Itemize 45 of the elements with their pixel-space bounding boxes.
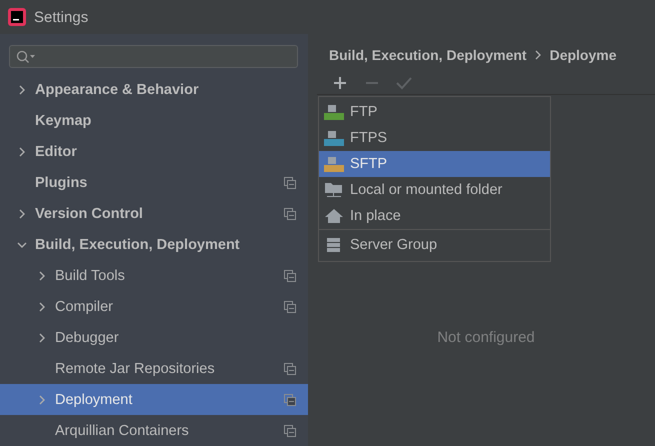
sidebar-item[interactable]: Version Control bbox=[0, 198, 308, 229]
network-folder-icon bbox=[324, 182, 344, 198]
sidebar-item[interactable]: Plugins bbox=[0, 167, 308, 198]
app-logo-icon bbox=[8, 8, 26, 26]
chevron-right-icon[interactable] bbox=[17, 146, 27, 156]
house-icon bbox=[324, 208, 344, 224]
chevron-right-icon[interactable] bbox=[37, 302, 47, 312]
breadcrumb-item: Build, Execution, Deployment bbox=[329, 47, 527, 63]
search-field[interactable] bbox=[9, 45, 298, 68]
menu-item[interactable]: Local or mounted folder bbox=[319, 177, 550, 203]
menu-item[interactable]: FTP bbox=[319, 99, 550, 125]
breadcrumb-item: Deployme bbox=[550, 47, 617, 63]
sidebar-item[interactable]: Build Tools bbox=[0, 260, 308, 291]
copy-icon bbox=[284, 394, 296, 406]
window-title: Settings bbox=[34, 8, 88, 26]
chevron-right-icon[interactable] bbox=[17, 84, 27, 94]
sftp-server-icon bbox=[324, 156, 344, 172]
copy-icon bbox=[284, 300, 296, 312]
sidebar-item[interactable]: Appearance & Behavior bbox=[0, 74, 308, 105]
ftp-server-icon bbox=[324, 104, 344, 120]
menu-item[interactable]: Server Group bbox=[319, 229, 550, 259]
sidebar-item[interactable]: Remote Jar Repositories bbox=[0, 353, 308, 384]
sidebar-item[interactable]: Build, Execution, Deployment bbox=[0, 229, 308, 260]
copy-icon bbox=[284, 362, 296, 374]
sidebar-item[interactable]: Editor bbox=[0, 136, 308, 167]
sidebar-item[interactable]: Arquillian Containers bbox=[0, 415, 308, 446]
menu-item[interactable]: SFTP bbox=[319, 151, 550, 177]
empty-state-text: Not configured bbox=[437, 329, 535, 346]
chevron-right-icon[interactable] bbox=[17, 208, 27, 218]
menu-item[interactable]: FTPS bbox=[319, 125, 550, 151]
search-icon bbox=[16, 50, 36, 64]
copy-icon bbox=[284, 424, 296, 436]
chevron-right-icon[interactable] bbox=[37, 270, 47, 280]
chevron-right-icon bbox=[534, 50, 542, 60]
ftps-server-icon bbox=[324, 130, 344, 146]
menu-item[interactable]: In place bbox=[319, 203, 550, 229]
copy-icon bbox=[284, 270, 296, 282]
copy-icon bbox=[284, 208, 296, 220]
sidebar-item[interactable]: Compiler bbox=[0, 291, 308, 322]
chevron-down-icon[interactable] bbox=[17, 240, 27, 250]
sidebar-item[interactable]: Deployment bbox=[0, 384, 308, 415]
copy-icon bbox=[284, 176, 296, 188]
sidebar-item[interactable]: Debugger bbox=[0, 322, 308, 353]
chevron-right-icon[interactable] bbox=[37, 332, 47, 342]
sidebar-item[interactable]: Keymap bbox=[0, 105, 308, 136]
